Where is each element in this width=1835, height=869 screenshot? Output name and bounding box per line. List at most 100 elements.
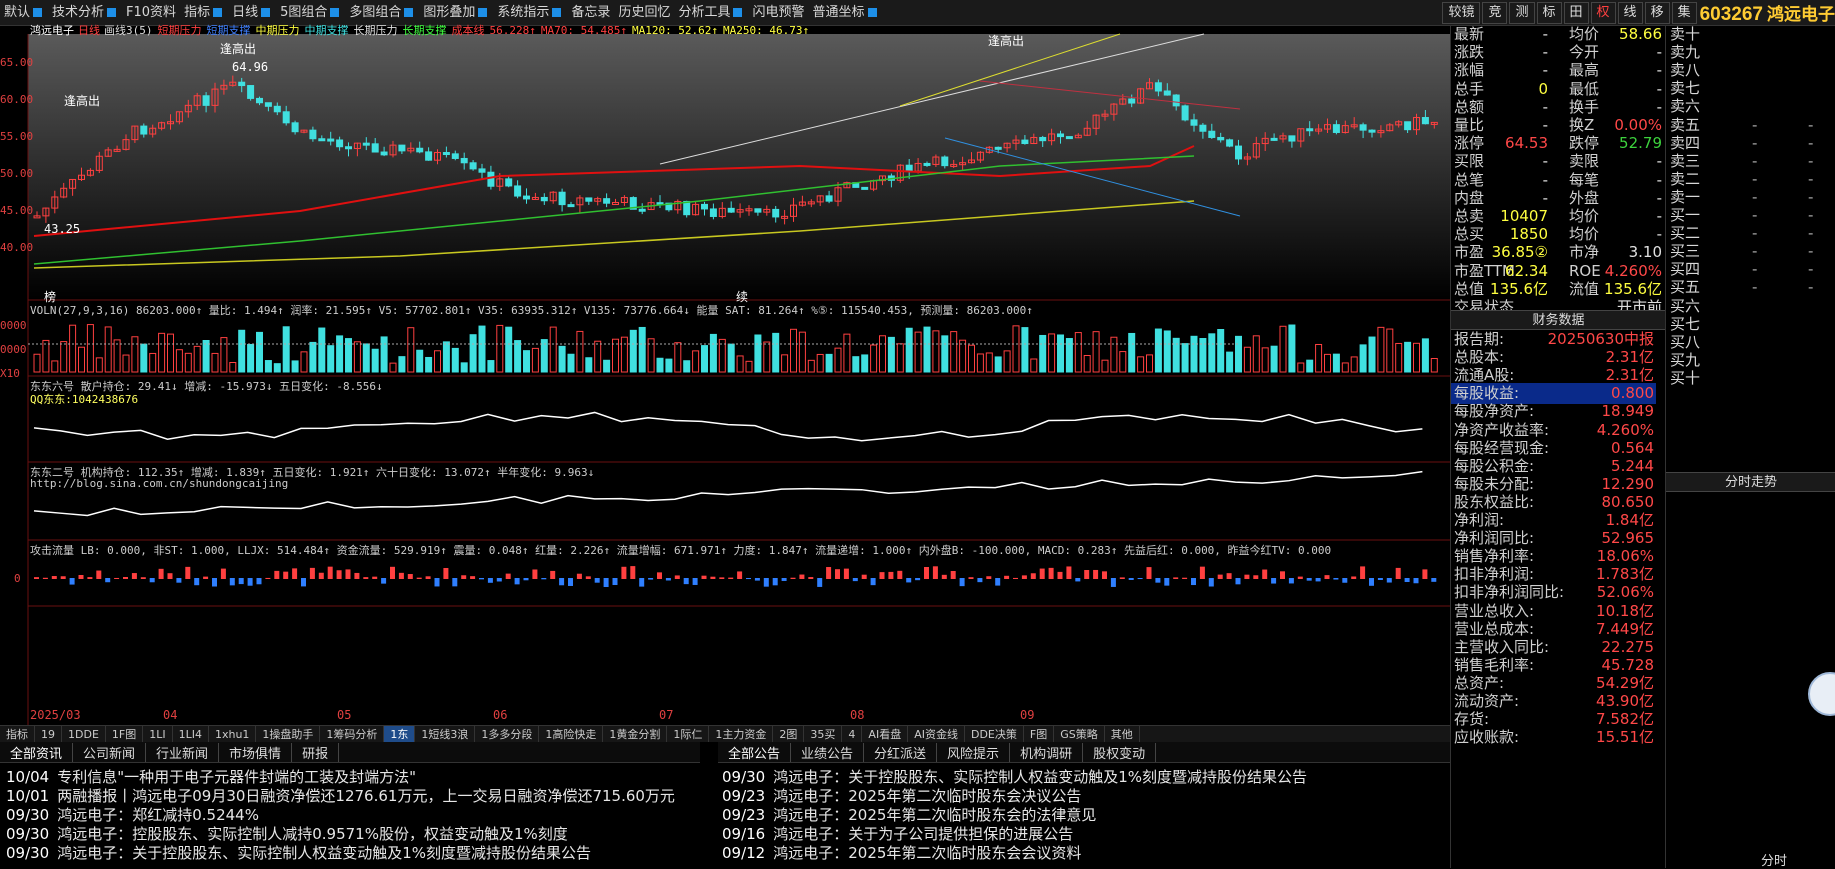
news-item[interactable]: 09/30 鸿远电子：关于控股股东、实际控制人权益变动触及1%刻度暨减持股份结果公… bbox=[6, 842, 591, 863]
indicator-tab[interactable]: 4 bbox=[842, 725, 863, 743]
volume-bar bbox=[1146, 354, 1153, 373]
toolbar-button-8[interactable]: 集 bbox=[1671, 1, 1697, 24]
news-tab[interactable]: 机构调研 bbox=[1010, 742, 1084, 762]
flow-bar bbox=[1102, 571, 1107, 579]
candle-body bbox=[1208, 130, 1216, 138]
toolbar-button-1[interactable]: 竞 bbox=[1482, 1, 1508, 24]
indicator-tab[interactable]: F图 bbox=[1024, 725, 1055, 743]
volume-bar bbox=[469, 334, 477, 373]
toolbar-button-4[interactable]: 田 bbox=[1563, 1, 1589, 24]
menu-item-13[interactable]: 普通坐标 bbox=[808, 0, 882, 26]
flow-bar bbox=[1315, 578, 1321, 582]
flow-bar bbox=[87, 577, 93, 579]
news-tab[interactable]: 市场俱情 bbox=[219, 742, 293, 762]
date-axis-label: 2025/03 bbox=[30, 708, 81, 722]
news-item[interactable]: 10/04 专利信息"一种用于电子元器件封端的工装及封端方法" bbox=[6, 766, 416, 787]
toolbar-button-6[interactable]: 线 bbox=[1617, 1, 1643, 24]
news-tab[interactable]: 公司新闻 bbox=[73, 742, 147, 762]
intraday-chart-header[interactable]: 分时走势 bbox=[1666, 472, 1835, 492]
candle-body bbox=[1368, 129, 1376, 133]
news-item[interactable]: 09/30 鸿远电子：郑红减持0.5244% bbox=[6, 804, 259, 825]
volume-bar bbox=[1226, 351, 1234, 373]
news-tab[interactable]: 股权变动 bbox=[1083, 742, 1157, 762]
news-right-tabbar: 全部公告 业绩公告 分红派送 风险提示 机构调研 股权变动 bbox=[718, 742, 1450, 763]
candle-body bbox=[1057, 133, 1064, 138]
volume-bar bbox=[131, 336, 139, 373]
news-item[interactable]: 09/30 鸿远电子：关于控股股东、实际控制人权益变动触及1%刻度暨减持股份结果公… bbox=[722, 766, 1307, 787]
intraday-tab[interactable]: 分时 bbox=[1761, 850, 1787, 869]
news-item[interactable]: 10/01 两融播报丨鸿远电子09月30日融资净偿还1276.61万元，上一交易日… bbox=[6, 785, 675, 806]
financial-label: 应收账款: bbox=[1454, 728, 1520, 747]
indicator-tab[interactable]: GS策略 bbox=[1054, 725, 1105, 743]
date-axis-label: 08 bbox=[850, 708, 865, 722]
news-tab[interactable]: 风险提示 bbox=[937, 742, 1011, 762]
price-axis-label: 60.00 bbox=[0, 93, 34, 106]
news-date: 09/30 bbox=[6, 825, 50, 843]
flow-bar bbox=[861, 574, 867, 579]
indicator-tab[interactable]: 1高险快走 bbox=[539, 725, 604, 743]
candle-body bbox=[1021, 139, 1029, 145]
news-tab[interactable]: 分红派送 bbox=[864, 742, 938, 762]
toolbar-button-0[interactable]: 较镜 bbox=[1442, 1, 1481, 24]
news-tab[interactable]: 研报 bbox=[292, 742, 340, 762]
flow-bar bbox=[309, 567, 315, 579]
news-item[interactable]: 09/23 鸿远电子：2025年第二次临时股东会决议公告 bbox=[722, 785, 1081, 806]
indicator-tab[interactable]: 1东 bbox=[384, 725, 416, 743]
indicator-tab[interactable]: 1LI bbox=[143, 725, 173, 743]
volume-bar bbox=[229, 362, 237, 373]
flow-bar bbox=[995, 578, 1001, 586]
book-level-label: 卖四 bbox=[1670, 133, 1701, 152]
indicator-tab[interactable]: 1xhu1 bbox=[209, 725, 257, 743]
flow-bar bbox=[603, 578, 609, 587]
indicator-tab[interactable]: 其他 bbox=[1105, 725, 1140, 743]
candle-body bbox=[1039, 136, 1047, 142]
indicator-tab[interactable]: 指标 bbox=[0, 725, 35, 743]
volume-bar bbox=[95, 357, 103, 373]
flow-bar bbox=[470, 576, 476, 579]
flow-bar bbox=[630, 566, 636, 579]
candle-body bbox=[282, 111, 290, 124]
volume-bar bbox=[576, 330, 584, 373]
news-item[interactable]: 09/30 鸿远电子：控股股东、实际控制人减持0.9571%股份，权益变动触及1%… bbox=[6, 823, 568, 844]
news-tab[interactable]: 业绩公告 bbox=[791, 742, 865, 762]
flow-bar bbox=[443, 567, 449, 579]
financial-data-header[interactable]: 财务数据 bbox=[1451, 310, 1666, 330]
indicator-tab[interactable]: 1筹码分析 bbox=[320, 725, 385, 743]
volume-bar bbox=[834, 347, 842, 373]
volume-bar bbox=[852, 356, 860, 373]
indicator-tab[interactable]: 1际仁 bbox=[667, 725, 710, 743]
toolbar-button-3[interactable]: 标 bbox=[1536, 1, 1562, 24]
indicator-tab[interactable]: 1短线3浪 bbox=[415, 725, 476, 743]
indicator-tab[interactable]: 35买 bbox=[804, 725, 843, 743]
indicator-tab[interactable]: AI看盘 bbox=[862, 725, 909, 743]
indicator-tab[interactable]: 2图 bbox=[773, 725, 805, 743]
news-item[interactable]: 09/12 鸿远电子：2025年第二次临时股东会会议资料 bbox=[722, 842, 1081, 863]
news-tab[interactable]: 全部公告 bbox=[718, 742, 792, 762]
candle-body bbox=[460, 157, 468, 164]
news-date: 10/01 bbox=[6, 787, 50, 805]
indicator-tab[interactable]: 1多多分段 bbox=[475, 725, 540, 743]
indicator-tab[interactable]: 1主力资金 bbox=[709, 725, 774, 743]
toolbar-button-7[interactable]: 移 bbox=[1644, 1, 1670, 24]
flow-bar bbox=[247, 578, 253, 586]
volume-bar bbox=[309, 341, 317, 373]
indicator-tab[interactable]: DDE决策 bbox=[965, 725, 1024, 743]
volume-bar bbox=[870, 344, 878, 373]
indicator-tab[interactable]: 1LI4 bbox=[173, 725, 209, 743]
flow-bar bbox=[390, 566, 395, 579]
kline-chart-area[interactable]: 鸿远电子 日线 画线3(5) 短期压力 短期支撑 中期压力 中期支撑 长期压力 长期支撑 成本线 5… bbox=[0, 24, 1450, 742]
indicator-tab[interactable]: 1F图 bbox=[106, 725, 144, 743]
indicator-tab[interactable]: 1DDE bbox=[62, 725, 106, 743]
news-item[interactable]: 09/23 鸿远电子：2025年第二次临时股东会的法律意见 bbox=[722, 804, 1096, 825]
news-tab[interactable]: 全部资讯 bbox=[0, 742, 74, 762]
volume-bar bbox=[790, 328, 797, 373]
toolbar-button-2[interactable]: 测 bbox=[1509, 1, 1535, 24]
toolbar-button-5[interactable]: 权 bbox=[1590, 1, 1616, 24]
news-item[interactable]: 09/16 鸿远电子：关于为子公司提供担保的进展公告 bbox=[722, 823, 1073, 844]
indicator-tab[interactable]: AI资金线 bbox=[908, 725, 965, 743]
indicator-tab[interactable]: 19 bbox=[35, 725, 62, 743]
volume-bar bbox=[1217, 329, 1225, 373]
news-tab[interactable]: 行业新闻 bbox=[146, 742, 220, 762]
indicator-tab[interactable]: 1黄金分割 bbox=[603, 725, 668, 743]
indicator-tab[interactable]: 1操盘助手 bbox=[256, 725, 321, 743]
